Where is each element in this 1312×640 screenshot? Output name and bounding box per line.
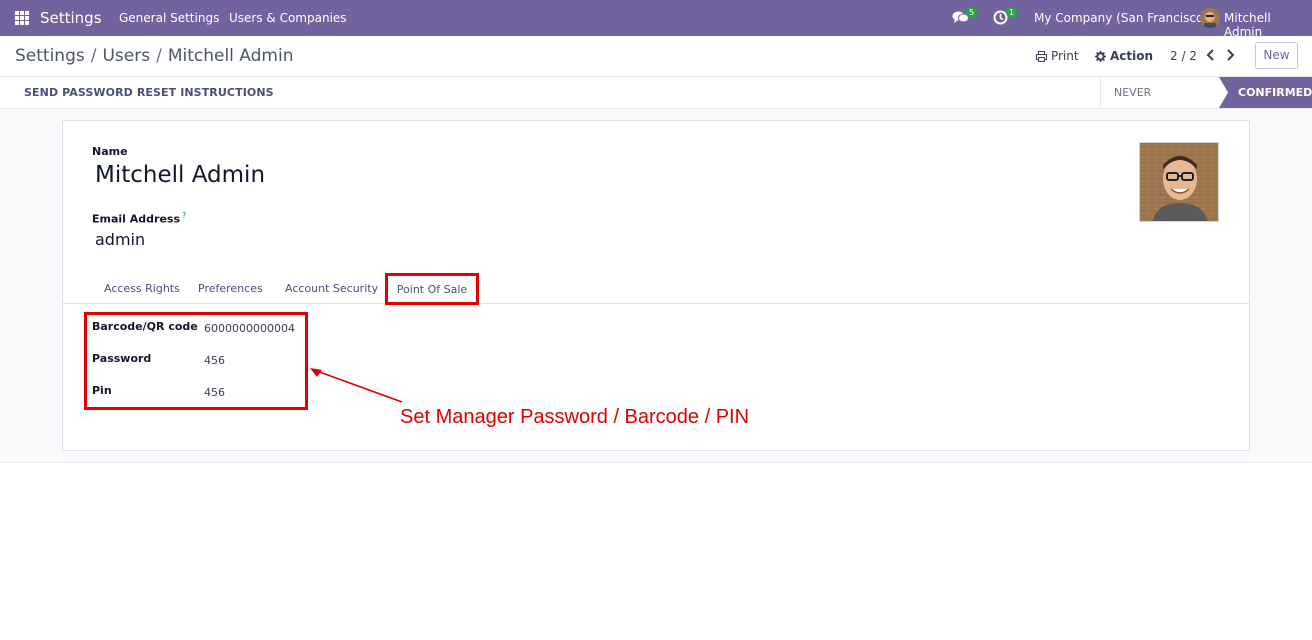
breadcrumb-users[interactable]: Users	[102, 46, 150, 66]
print-button[interactable]: Print	[1036, 49, 1079, 63]
name-label: Name	[92, 145, 128, 158]
send-password-reset-button[interactable]: SEND PASSWORD RESET INSTRUCTIONS	[24, 86, 274, 99]
tab-preferences[interactable]: Preferences	[198, 282, 263, 295]
user-menu[interactable]: Mitchell Admin	[1224, 11, 1312, 39]
breadcrumb-current: Mitchell Admin	[167, 46, 294, 66]
barcode-field[interactable]: 6000000000004	[204, 322, 295, 335]
breadcrumb-settings[interactable]: Settings	[15, 46, 85, 66]
pin-label: Pin	[92, 384, 112, 397]
stage-confirmed[interactable]: CONFIRMED	[1219, 77, 1312, 108]
pager-value[interactable]: 2 / 2	[1170, 49, 1197, 63]
apps-menu-icon[interactable]	[15, 11, 29, 25]
chevron-right-icon[interactable]	[1224, 48, 1236, 62]
user-avatar[interactable]	[1200, 8, 1220, 28]
password-label: Password	[92, 352, 152, 365]
status-bar: SEND PASSWORD RESET INSTRUCTIONS NEVER C…	[0, 77, 1312, 130]
company-switcher[interactable]: My Company (San Francisco)	[1034, 11, 1208, 25]
breadcrumb-separator: /	[156, 46, 162, 66]
email-help-icon[interactable]: ?	[182, 211, 186, 220]
print-icon	[1036, 50, 1047, 62]
new-button[interactable]: New	[1255, 42, 1298, 69]
email-label-text: Email Address	[92, 212, 181, 226]
action-label: Action	[1110, 49, 1154, 63]
user-photo[interactable]	[1139, 142, 1219, 222]
annotation-arrow	[310, 368, 403, 403]
print-label: Print	[1051, 49, 1079, 63]
email-label: Email Address?	[92, 211, 186, 226]
stage-never-connected[interactable]: NEVER CONNECTED	[1100, 77, 1220, 130]
breadcrumb-separator: /	[90, 46, 97, 66]
tab-point-of-sale[interactable]: Point Of Sale	[385, 273, 479, 305]
menu-general-settings[interactable]: General Settings	[119, 11, 219, 25]
annotation-text: Set Manager Password / Barcode / PIN	[400, 406, 750, 428]
name-field[interactable]: Mitchell Admin	[95, 162, 265, 188]
control-panel: Settings / Users / Mitchell Admin Print Acti…	[0, 36, 1312, 77]
messages-badge: 5	[966, 7, 978, 18]
activities-badge: 1	[1006, 7, 1018, 18]
chevron-left-icon[interactable]	[1205, 48, 1217, 62]
email-field[interactable]: admin	[95, 230, 145, 249]
pin-field[interactable]: 456	[204, 386, 225, 399]
app-title[interactable]: Settings	[40, 9, 102, 27]
breadcrumb: Settings / Users / Mitchell Admin	[15, 46, 293, 66]
tab-access-rights[interactable]: Access Rights	[104, 282, 180, 295]
gear-icon	[1095, 50, 1106, 62]
tab-divider	[63, 303, 1249, 304]
tab-account-security[interactable]: Account Security	[285, 282, 378, 295]
action-button[interactable]: Action	[1095, 49, 1153, 63]
menu-users-companies[interactable]: Users & Companies	[229, 11, 347, 25]
barcode-label: Barcode/QR code	[92, 320, 198, 333]
top-navbar: Settings General Settings Users & Compan…	[0, 0, 1312, 39]
password-field[interactable]: 456	[204, 354, 225, 367]
